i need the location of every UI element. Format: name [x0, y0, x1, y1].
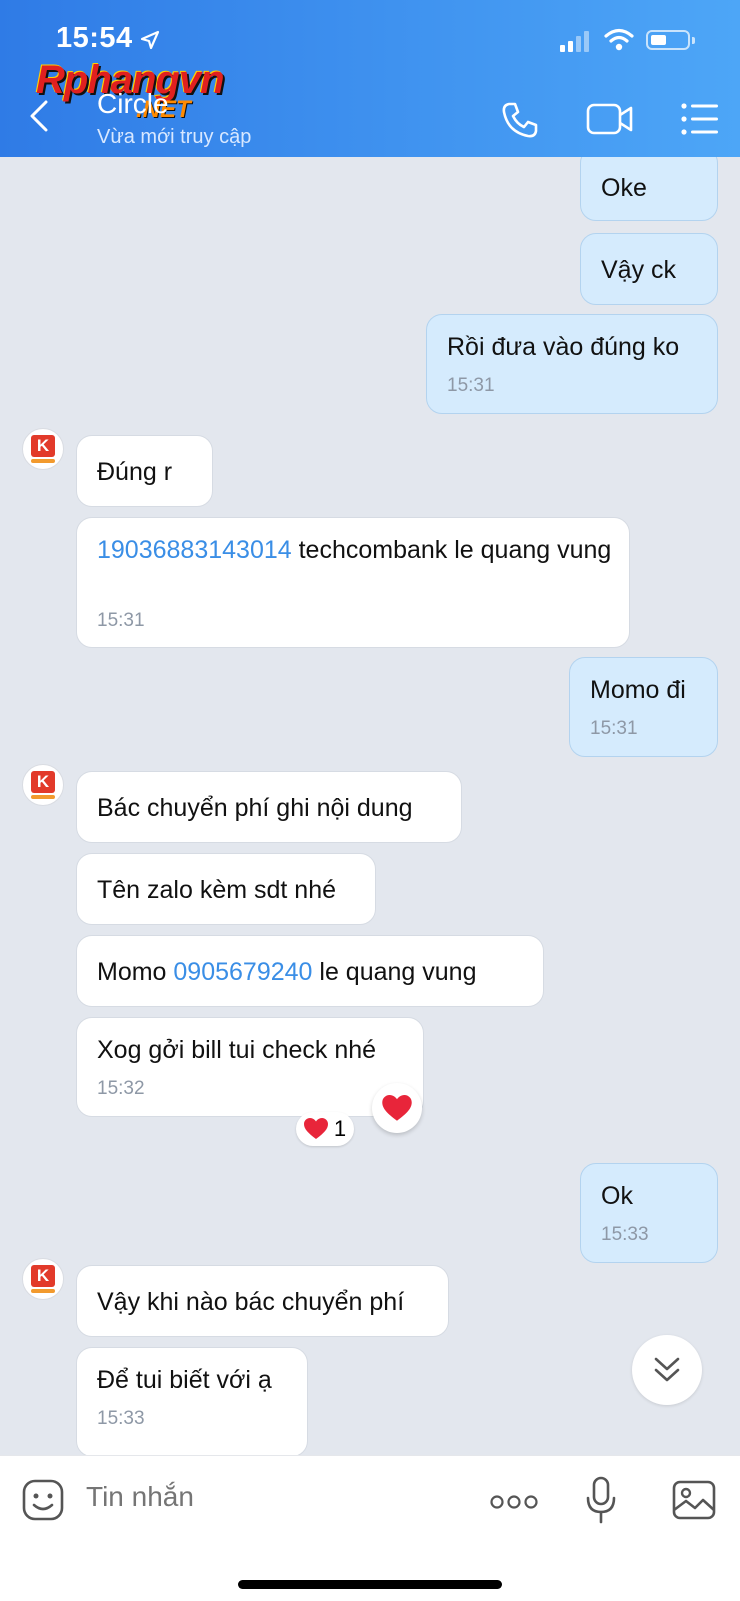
wifi-icon — [604, 28, 634, 51]
account-number-link[interactable]: 19036883143014 — [97, 536, 292, 564]
message-text: Momo 0905679240 le quang vung — [97, 956, 527, 988]
message-time: 15:32 — [97, 1078, 145, 1099]
message-bubble-incoming[interactable]: Tên zalo kèm sdt nhé — [76, 853, 376, 925]
message-text: Momo đi — [590, 676, 686, 704]
reaction-count: 1 — [333, 1116, 347, 1141]
message-bubble-incoming[interactable]: Momo 0905679240 le quang vung — [76, 935, 544, 1007]
composer-bar — [0, 1455, 740, 1601]
message-text-rest: le quang vung — [312, 958, 477, 986]
contact-avatar[interactable]: K — [22, 1258, 64, 1300]
message-bubble-outgoing[interactable]: Rồi đưa vào đúng ko 15:31 — [426, 314, 718, 414]
message-bubble-outgoing[interactable]: Vậy ck — [580, 233, 718, 305]
message-bubble-incoming[interactable]: 19036883143014 techcombank le quang vung… — [76, 517, 630, 648]
scroll-to-bottom-button[interactable] — [632, 1335, 702, 1405]
message-bubble-outgoing[interactable]: Ok 15:33 — [580, 1163, 718, 1263]
menu-list-icon[interactable] — [680, 102, 720, 136]
message-text: Xog gởi bill tui check nhé — [97, 1036, 377, 1064]
contact-avatar[interactable]: K — [22, 428, 64, 470]
location-arrow-icon — [140, 30, 160, 50]
reaction-summary[interactable]: 1 — [296, 1112, 354, 1146]
message-bubble-incoming[interactable]: Bác chuyển phí ghi nội dung — [76, 771, 462, 843]
chat-header: 15:54 Rphangvn .NET Circle Vừa mới truy … — [0, 0, 740, 157]
status-time: 15:54 — [56, 22, 133, 54]
react-heart-button[interactable] — [372, 1083, 422, 1133]
message-text: Để tui biết với ạ — [97, 1366, 272, 1394]
microphone-icon[interactable] — [585, 1476, 617, 1524]
heart-icon — [303, 1118, 328, 1139]
sticker-emoji-icon[interactable] — [22, 1479, 64, 1521]
message-time: 15:31 — [447, 375, 495, 396]
message-text: Tên zalo kèm sdt nhé — [97, 876, 337, 904]
message-text: 19036883143014 techcombank le quang vung — [97, 534, 613, 566]
message-text: Vậy ck — [601, 256, 677, 284]
contact-name[interactable]: Circle — [97, 88, 169, 120]
message-text: Ok — [601, 1182, 633, 1210]
message-bubble-incoming[interactable]: Để tui biết với ạ 15:33 — [76, 1347, 308, 1455]
message-text: Vậy khi nào bác chuyển phí — [97, 1288, 405, 1316]
message-time: 15:33 — [97, 1408, 145, 1429]
battery-icon — [646, 30, 695, 50]
cellular-signal-icon — [560, 30, 589, 52]
message-text: Bác chuyển phí ghi nội dung — [97, 794, 413, 822]
back-chevron-icon[interactable] — [26, 98, 50, 134]
phone-number-link[interactable]: 0905679240 — [173, 958, 312, 986]
message-text-prefix: Momo — [97, 958, 174, 986]
more-options-icon[interactable] — [490, 1494, 538, 1510]
message-time: 15:31 — [97, 610, 145, 631]
video-call-icon[interactable] — [586, 101, 634, 137]
message-bubble-outgoing[interactable]: Oke — [580, 157, 718, 221]
home-indicator — [238, 1580, 502, 1589]
message-input[interactable] — [84, 1480, 468, 1514]
phone-call-icon[interactable] — [500, 100, 540, 140]
message-bubble-incoming[interactable]: Đúng r — [76, 435, 213, 507]
message-list[interactable]: Oke Vậy ck Rồi đưa vào đúng ko 15:31 K Đ… — [0, 157, 740, 1455]
heart-icon — [382, 1094, 412, 1121]
message-text-rest: techcombank le quang vung — [291, 536, 612, 564]
contact-status: Vừa mới truy cập — [97, 126, 252, 148]
message-text: Rồi đưa vào đúng ko — [447, 333, 680, 361]
message-bubble-incoming[interactable]: Vậy khi nào bác chuyển phí — [76, 1265, 449, 1337]
double-chevron-down-icon — [654, 1357, 680, 1382]
message-text: Đúng r — [97, 458, 173, 486]
message-text: Oke — [601, 174, 647, 202]
image-gallery-icon[interactable] — [672, 1480, 716, 1520]
message-time: 15:31 — [590, 718, 638, 739]
contact-avatar[interactable]: K — [22, 764, 64, 806]
message-bubble-outgoing[interactable]: Momo đi 15:31 — [569, 657, 718, 757]
message-time: 15:33 — [601, 1224, 649, 1245]
